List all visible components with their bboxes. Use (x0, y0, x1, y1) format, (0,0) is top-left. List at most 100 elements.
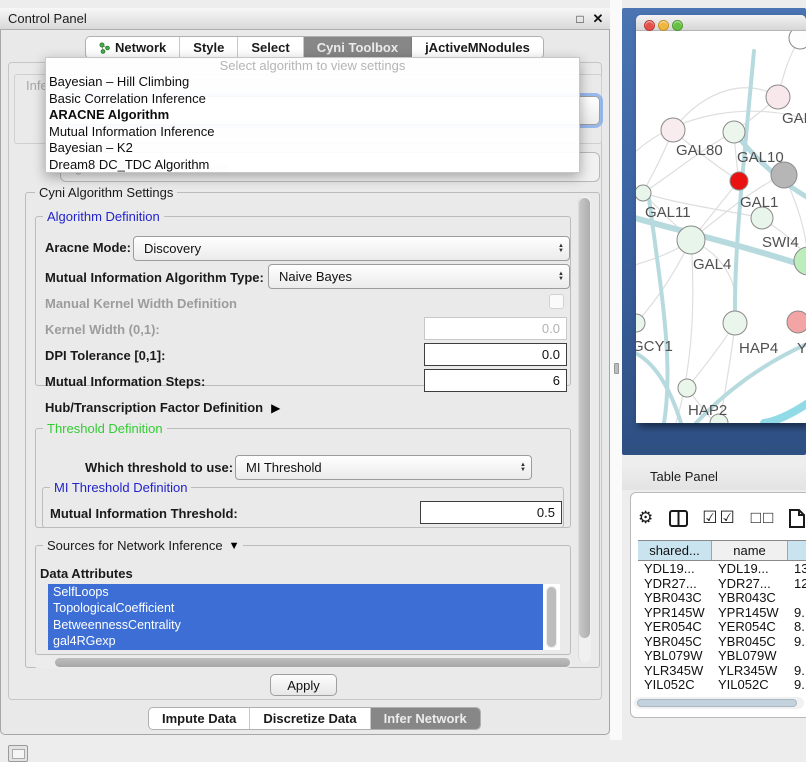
aracne-mode-combobox[interactable]: Discovery ▲▼ (133, 236, 570, 261)
mi-threshold-field[interactable]: 0.5 (420, 501, 562, 524)
tab-label: Infer Network (384, 711, 467, 726)
column-header[interactable]: name (712, 541, 788, 560)
manual-kernel-width-label: Manual Kernel Width Definition (45, 296, 237, 311)
subtab-infer-network[interactable]: Infer Network (371, 708, 480, 729)
close-traffic-light-icon[interactable] (644, 20, 655, 31)
floating-panel-icon[interactable] (8, 745, 28, 762)
column-header[interactable]: A (788, 541, 806, 560)
control-panel-tabbar: Network Style Select Cyni Toolbox jActiveMNo… (85, 36, 544, 59)
table-row[interactable]: YDL19...YDL19...13 (638, 562, 806, 577)
tab-label: jActiveMNodules (425, 40, 530, 55)
table-cell: YER054C (638, 620, 712, 635)
table-row[interactable]: YBR043CYBR043C (638, 591, 806, 606)
table-row[interactable]: YPR145WYPR145W9. (638, 606, 806, 621)
table-cell: 13 (788, 562, 806, 577)
hub-definition-expander[interactable]: Hub/Transcription Factor Definition ▶ (45, 400, 280, 415)
select-all-icon[interactable]: ☑☑ (702, 508, 736, 528)
attribute-item[interactable]: TopologicalCoefficient (48, 600, 543, 616)
manual-kernel-width-checkbox[interactable] (549, 294, 564, 309)
minimize-traffic-light-icon[interactable] (658, 20, 669, 31)
node-label: HAP4 (739, 340, 778, 357)
tab-network[interactable]: Network (86, 37, 180, 58)
node-label: GAL80 (676, 142, 723, 159)
attribute-item[interactable]: BetweennessCentrality (48, 617, 543, 633)
attribute-item[interactable]: SelfLoops (48, 584, 543, 600)
tab-jactivemnodules[interactable]: jActiveMNodules (412, 37, 543, 58)
kernel-width-field[interactable]: 0.0 (424, 317, 567, 340)
table-row[interactable]: YLR345WYLR345W9. (638, 664, 806, 679)
algorithm-option[interactable]: Dream8 DC_TDC Algorithm (46, 157, 579, 174)
network-node-gal11[interactable] (636, 185, 651, 201)
network-edge[interactable] (673, 88, 778, 130)
table-cell: YBR043C (638, 591, 712, 606)
settings-horizontal-scrollbar-thumb[interactable] (55, 658, 570, 667)
table-body: YDL19...YDL19...13YDR27...YDR27...12YBR0… (638, 562, 806, 690)
tab-style[interactable]: Style (180, 37, 238, 58)
export-table-icon[interactable] (789, 509, 805, 528)
mi-threshold-label: Mutual Information Threshold: (50, 506, 238, 521)
column-header[interactable]: shared... (638, 541, 712, 560)
apply-button[interactable]: Apply (270, 674, 337, 696)
table-row[interactable]: YER054CYER054C8. (638, 620, 806, 635)
data-attributes-list[interactable]: SelfLoopsTopologicalCoefficientBetweenne… (48, 584, 560, 650)
network-edge[interactable] (636, 351, 681, 423)
tab-label: Select (251, 40, 289, 55)
popup-placeholder: Select algorithm to view settings (46, 58, 579, 74)
attribute-item[interactable]: gal4RGexp (48, 633, 543, 649)
network-node-y[interactable] (787, 311, 806, 333)
mi-steps-field[interactable]: 6 (424, 369, 567, 392)
network-node-hap2[interactable] (678, 379, 696, 397)
network-node-gal80[interactable] (661, 118, 685, 142)
tab-select[interactable]: Select (238, 37, 303, 58)
algorithm-option[interactable]: Basic Correlation Inference (46, 91, 579, 108)
zoom-traffic-light-icon[interactable] (672, 20, 683, 31)
float-panel-icon-button[interactable]: □ (572, 11, 588, 27)
which-threshold-combobox[interactable]: MI Threshold ▲▼ (235, 455, 532, 480)
tab-cyni-toolbox[interactable]: Cyni Toolbox (304, 37, 412, 58)
table-row[interactable]: YBR045CYBR045C9. (638, 635, 806, 650)
attributes-scrollbar-thumb[interactable] (547, 587, 556, 647)
hub-definition-label: Hub/Transcription Factor Definition (45, 400, 263, 415)
table-cell: YPR145W (712, 606, 788, 621)
node-label: GCY1 (636, 338, 673, 355)
network-node-gal[interactable] (766, 85, 790, 109)
node-label: GAL11 (645, 204, 691, 221)
network-node[interactable] (730, 172, 748, 190)
table-horizontal-scrollbar-thumb[interactable] (637, 699, 797, 707)
control-panel-title: Control Panel (8, 11, 87, 26)
subtab-discretize-data[interactable]: Discretize Data (250, 708, 370, 729)
dpi-tolerance-field[interactable]: 0.0 (424, 343, 567, 366)
deselect-all-icon[interactable]: □□ (751, 508, 776, 528)
mi-algorithm-type-combobox[interactable]: Naive Bayes ▲▼ (268, 264, 570, 289)
gear-icon[interactable]: ⚙ (638, 508, 655, 528)
network-node-gal10[interactable] (723, 121, 745, 143)
table-row[interactable]: YIL052CYIL052C9. (638, 678, 806, 690)
mi-steps-label: Mutual Information Steps: (45, 374, 205, 389)
subtab-impute-data[interactable]: Impute Data (149, 708, 250, 729)
sources-group-title[interactable]: Sources for Network Inference ▼ (43, 538, 243, 553)
table-row[interactable]: YBL079WYBL079W (638, 649, 806, 664)
table-cell: 9. (788, 606, 806, 621)
tab-label: Impute Data (162, 711, 236, 726)
node-label: GAL4 (693, 256, 731, 273)
algorithm-definition-title: Algorithm Definition (43, 209, 164, 224)
table-cell: YDR27... (638, 577, 712, 592)
network-node-swi4[interactable] (794, 247, 806, 275)
splitter-handle[interactable] (614, 363, 619, 374)
split-pane-icon[interactable] (669, 510, 688, 527)
network-edge[interactable] (764, 399, 806, 423)
algorithm-option[interactable]: Bayesian – Hill Climbing (46, 74, 579, 91)
settings-vertical-scrollbar-thumb[interactable] (579, 198, 590, 638)
network-node-gcy1[interactable] (636, 314, 645, 332)
network-node-gal4[interactable] (677, 226, 705, 254)
tab-label: Style (193, 40, 224, 55)
network-node-hap4[interactable] (723, 311, 747, 335)
table-row[interactable]: YDR27...YDR27...12 (638, 577, 806, 592)
close-icon[interactable]: ✕ (590, 11, 606, 27)
network-node[interactable] (789, 31, 806, 49)
algorithm-option[interactable]: Mutual Information Inference (46, 124, 579, 141)
network-canvas[interactable]: GALGAL80GAL10GAL1GAL11GAL4SWI4GCY1HAP4YH… (636, 31, 806, 423)
algorithm-option[interactable]: ARACNE Algorithm (46, 107, 579, 124)
algorithm-option[interactable]: Bayesian – K2 (46, 140, 579, 157)
table-cell: YBR043C (712, 591, 788, 606)
